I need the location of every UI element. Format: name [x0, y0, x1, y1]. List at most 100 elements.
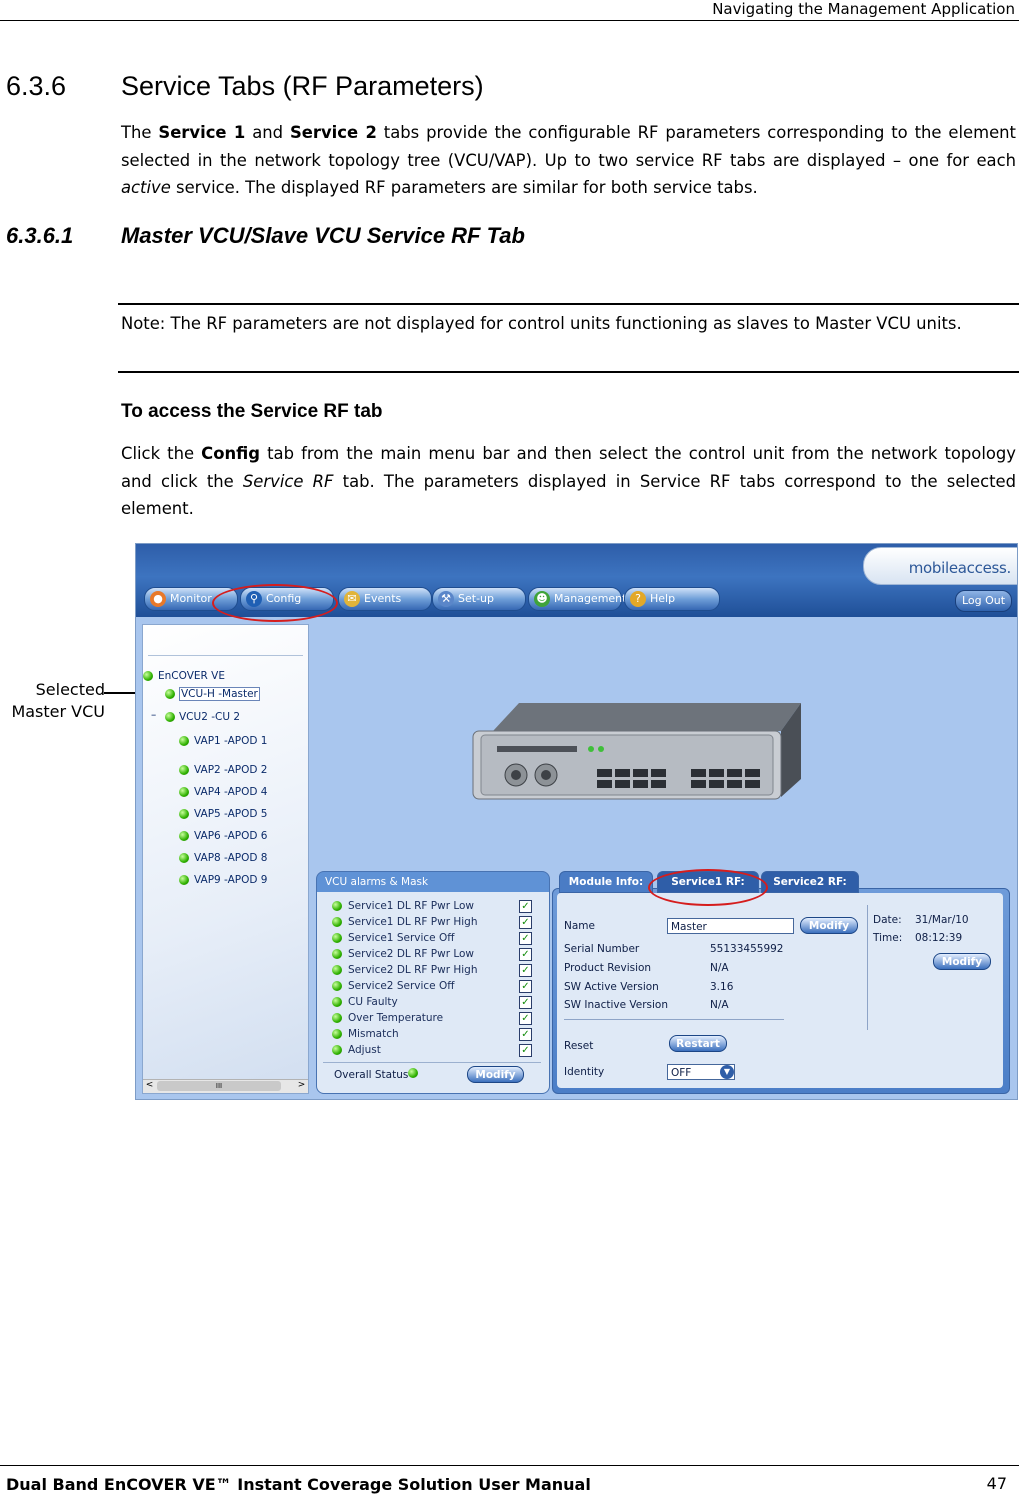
mask-checkbox[interactable]: ✓: [519, 916, 532, 929]
product-revision-label: Product Revision: [564, 962, 652, 974]
status-led-icon: [179, 875, 189, 885]
procedure-paragraph: Click the Config tab from the main menu …: [121, 444, 1017, 518]
alarm-row: Service2 DL RF Pwr Low ✓: [332, 947, 542, 962]
subsection-title: Master VCU/Slave VCU Service RF Tab: [121, 223, 525, 248]
intro-paragraph: The Service 1 and Service 2 tabs provide…: [121, 123, 1016, 197]
name-label: Name: [564, 920, 595, 932]
mask-checkbox[interactable]: ✓: [519, 1028, 532, 1041]
tab-service2-rf[interactable]: Service2 RF:: [761, 871, 859, 893]
menu-setup[interactable]: ⚒ Set-up: [432, 587, 526, 611]
menu-events[interactable]: ✉ Events: [338, 587, 432, 611]
config-highlight-oval: [212, 584, 338, 622]
alarm-row: Service1 Service Off ✓: [332, 931, 542, 946]
alarm-row: Adjust ✓: [332, 1043, 542, 1058]
mask-checkbox[interactable]: ✓: [519, 932, 532, 945]
serial-number-label: Serial Number: [564, 943, 640, 955]
alarm-row: Over Temperature ✓: [332, 1011, 542, 1026]
tree-scrollbar[interactable]: < III >: [143, 1079, 308, 1093]
globe-icon: ●: [150, 591, 166, 607]
name-field[interactable]: Master: [667, 918, 794, 934]
sw-active-label: SW Active Version: [564, 981, 659, 993]
alarm-row: CU Faulty ✓: [332, 995, 542, 1010]
procedure-heading: To access the Service RF tab: [121, 401, 383, 422]
mask-checkbox[interactable]: ✓: [519, 900, 532, 913]
sw-inactive-label: SW Inactive Version: [564, 999, 669, 1011]
mask-checkbox[interactable]: ✓: [519, 1044, 532, 1057]
menu-help[interactable]: ? Help: [624, 587, 720, 611]
time-value: 08:12:39: [915, 932, 963, 944]
mask-checkbox[interactable]: ✓: [519, 996, 532, 1009]
mobileaccess-logo: mobileaccess.: [863, 547, 1017, 585]
alarm-row: Service1 DL RF Pwr Low ✓: [332, 899, 542, 914]
alarm-row: Mismatch ✓: [332, 1027, 542, 1042]
product-revision-value: N/A: [710, 962, 729, 974]
note-box: Note: The RF parameters are not displaye…: [118, 303, 1019, 373]
alarm-row: Service2 DL RF Pwr High ✓: [332, 963, 542, 978]
page-header: Navigating the Management Application: [0, 0, 1019, 21]
time-label: Time:: [873, 932, 903, 944]
sw-inactive-value: N/A: [710, 999, 729, 1011]
status-led-icon: [179, 736, 189, 746]
status-led-icon: [165, 712, 175, 722]
alarms-modify-button[interactable]: Modify: [467, 1066, 524, 1083]
status-led-icon: [143, 671, 153, 681]
overall-status-label: Overall Status: [334, 1069, 409, 1081]
alarms-panel-title: VCU alarms & Mask: [325, 876, 429, 888]
people-icon: ☻: [534, 591, 550, 607]
page-footer: Dual Band EnCOVER VE™ Instant Coverage S…: [0, 1465, 1019, 1496]
alarm-row: Service1 DL RF Pwr High ✓: [332, 915, 542, 930]
tools-icon: ⚒: [438, 591, 454, 607]
mask-checkbox[interactable]: ✓: [519, 964, 532, 977]
status-led-icon: [332, 1045, 342, 1055]
mask-checkbox[interactable]: ✓: [519, 1012, 532, 1025]
status-led-icon: [332, 949, 342, 959]
mask-checkbox[interactable]: ✓: [519, 980, 532, 993]
date-value: 31/Mar/10: [915, 914, 969, 926]
header-text: Navigating the Management Application: [712, 0, 1015, 18]
info-divider: [564, 1019, 784, 1020]
scroll-left-arrow[interactable]: <: [144, 1080, 155, 1090]
sw-active-value: 3.16: [710, 981, 734, 993]
overall-status-led-icon: [408, 1068, 418, 1078]
menu-management[interactable]: ☻ Management: [528, 587, 626, 611]
identity-label: Identity: [564, 1066, 605, 1078]
scroll-right-arrow[interactable]: >: [296, 1080, 307, 1090]
restart-button[interactable]: Restart: [669, 1035, 727, 1052]
status-led-icon: [332, 965, 342, 975]
reset-label: Reset: [564, 1040, 594, 1052]
date-label: Date:: [873, 914, 902, 926]
status-led-icon: [332, 997, 342, 1007]
mask-checkbox[interactable]: ✓: [519, 948, 532, 961]
bell-icon: ✉: [344, 591, 360, 607]
serial-number-value: 55133455992: [710, 943, 784, 955]
note-text: Note: The RF parameters are not displaye…: [121, 314, 962, 333]
status-led-icon: [332, 901, 342, 911]
subsection-number: 6.3.6.1: [6, 223, 74, 248]
tab-module-info[interactable]: Module Info:: [559, 871, 653, 893]
status-led-icon: [332, 1029, 342, 1039]
footer-title: Dual Band EnCOVER VE™ Instant Coverage S…: [6, 1475, 591, 1494]
status-led-icon: [332, 917, 342, 927]
topology-tree: EnCOVER VE VCU-H -Master – VCU2 -CU 2 VA…: [142, 624, 309, 1094]
module-info-panel: Module Info: Service1 RF: Service2 RF: N…: [552, 871, 1010, 1094]
service1-highlight-oval: [648, 869, 768, 906]
info-divider-vertical: [867, 905, 868, 1030]
page-number: 47: [986, 1474, 1007, 1493]
module-info-body: Name Master Modify Date: 31/Mar/10 Time:…: [557, 893, 1003, 1088]
tree-divider: [148, 655, 303, 656]
logout-button[interactable]: Log Out: [955, 590, 1012, 612]
collapse-icon[interactable]: –: [151, 709, 156, 721]
status-led-icon: [332, 1013, 342, 1023]
name-modify-button[interactable]: Modify: [800, 917, 858, 934]
callout-label: Selected Master VCU: [11, 680, 105, 721]
scroll-thumb[interactable]: III: [157, 1081, 281, 1091]
status-led-icon: [332, 981, 342, 991]
alarm-row: Service2 Service Off ✓: [332, 979, 542, 994]
status-led-icon: [179, 809, 189, 819]
chevron-down-icon[interactable]: ▼: [720, 1065, 734, 1079]
alarms-divider: [323, 1062, 541, 1063]
date-modify-button[interactable]: Modify: [933, 953, 991, 970]
vcu-alarms-panel: VCU alarms & Mask Service1 DL RF Pwr Low…: [316, 871, 550, 1094]
status-led-icon: [332, 933, 342, 943]
section-title: Service Tabs (RF Parameters): [121, 71, 484, 101]
